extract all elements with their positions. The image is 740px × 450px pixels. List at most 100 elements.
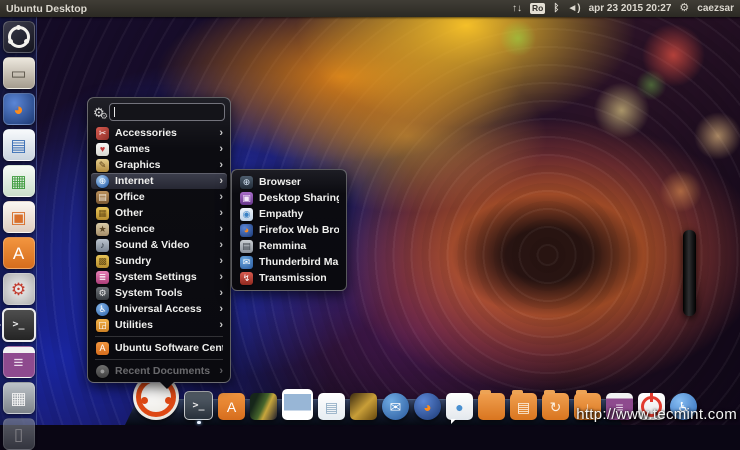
menu-item-desktop-sharing[interactable]: ▣ Desktop Sharing <box>235 190 343 206</box>
dock-item-photo-dark[interactable] <box>250 393 277 420</box>
submenu-arrow-icon: › <box>219 175 223 187</box>
dock-item-document[interactable]: ▤ <box>318 393 345 420</box>
system-settings-icon: ≣ <box>96 271 109 284</box>
launcher-item-purple-window[interactable]: ≡ <box>3 346 35 378</box>
sound-video-icon: ♪ <box>96 239 109 252</box>
graphics-icon: ✎ <box>96 159 109 172</box>
dock-item-terminal[interactable]: >_ <box>184 391 213 420</box>
menu-item-label: Internet <box>115 175 215 187</box>
menu-item-label: Recent Documents <box>115 365 215 377</box>
menu-item-label: Empathy <box>259 208 339 220</box>
menu-item-office[interactable]: ▤Office› <box>91 189 227 205</box>
empathy-icon: ◉ <box>240 208 253 221</box>
menu-item-graphics[interactable]: ✎Graphics› <box>91 157 227 173</box>
submenu-arrow-icon: › <box>219 271 223 283</box>
menu-item-browser[interactable]: ⊕Browser <box>235 174 343 190</box>
dock-item-photo-gold[interactable] <box>350 393 377 420</box>
menu-item-science[interactable]: ★Science› <box>91 221 227 237</box>
remmina-icon: ▤ <box>240 240 253 253</box>
launcher-item-libreoffice-impress[interactable]: ▣ <box>3 201 35 233</box>
applications-menu: ⚙ ✂Accessories›♥Games›✎Graphics› ⊕ Interne… <box>87 97 231 383</box>
menu-item-label: Thunderbird Mail <box>259 256 339 268</box>
ubuntu-logo-icon <box>8 26 30 48</box>
system-tools-icon: ⚙ <box>96 287 109 300</box>
launcher-item-removable-disk[interactable]: ▦ <box>3 382 35 414</box>
menu-separator <box>95 336 223 337</box>
network-arrows-icon[interactable]: ↑↓ <box>512 0 522 17</box>
launcher-item-ubuntu-software-center[interactable]: A <box>3 237 35 269</box>
accessories-icon: ✂ <box>96 127 109 140</box>
recent-documents-icon: ● <box>96 365 109 378</box>
dock-item-photo-stack[interactable] <box>282 389 313 420</box>
menu-item-remmina[interactable]: ▤Remmina <box>235 238 343 254</box>
dock-item-folder-documents[interactable]: ▤ <box>510 393 537 420</box>
keyboard-layout-badge[interactable]: Ro <box>530 3 545 14</box>
launcher-item-terminal[interactable]: >_ <box>2 308 36 342</box>
launcher-item-dash-home[interactable] <box>3 21 35 53</box>
watermark-text: http://www.tecmint.com <box>576 406 737 423</box>
menu-item-transmission[interactable]: ↯Transmission <box>235 270 343 286</box>
menu-item-system-tools[interactable]: ⚙System Tools› <box>91 285 227 301</box>
firefox-icon: ◕ <box>240 224 253 237</box>
menu-item-sundry[interactable]: ▩Sundry› <box>91 253 227 269</box>
menu-item-universal-access[interactable]: ♿Universal Access› <box>91 301 227 317</box>
launcher-item-trash[interactable]: ▯ <box>3 418 35 450</box>
menu-item-system-settings[interactable]: ≣System Settings› <box>91 269 227 285</box>
menu-search-input[interactable] <box>109 103 225 121</box>
volume-icon[interactable]: ◄) <box>567 0 580 17</box>
menu-item-empathy[interactable]: ◉ Empathy <box>235 206 343 222</box>
menu-item-label: Office <box>115 191 215 203</box>
menu-item-label: Sound & Video <box>115 239 215 251</box>
menu-item-label: Ubuntu Software Center <box>115 342 223 354</box>
clock[interactable]: apr 23 2015 20:27 <box>589 0 672 17</box>
menu-item-label: Other <box>115 207 215 219</box>
sundry-icon: ▩ <box>96 255 109 268</box>
launcher-item-files[interactable]: ▭ <box>3 57 35 89</box>
menu-separator <box>95 359 223 360</box>
menu-item-label: Sundry <box>115 255 215 267</box>
dock-item-software-center[interactable]: A <box>218 393 245 420</box>
office-icon: ▤ <box>96 191 109 204</box>
launcher-item-libreoffice-calc[interactable]: ▦ <box>3 165 35 197</box>
username[interactable]: caezsar <box>697 0 734 17</box>
submenu-arrow-icon: › <box>219 223 223 235</box>
internet-submenu: ⊕Browser ▣ Desktop Sharing ◉ Empathy ◕Firefox… <box>231 169 347 291</box>
menu-item-games[interactable]: ♥Games› <box>91 141 227 157</box>
menu-item-ubuntu-software-center[interactable]: A Ubuntu Software Center <box>91 340 227 356</box>
software-center-icon: A <box>96 342 109 355</box>
submenu-arrow-icon: › <box>219 239 223 251</box>
submenu-arrow-icon: › <box>219 365 223 377</box>
dock-item-folder-home[interactable] <box>478 393 505 420</box>
menu-item-thunderbird-mail[interactable]: ✉ Thunderbird Mail <box>235 254 343 270</box>
menu-gears-icon: ⚙ <box>93 106 105 119</box>
menu-item-other[interactable]: ▦Other› <box>91 205 227 221</box>
dock-item-firefox[interactable]: ◕ <box>414 393 441 420</box>
submenu-arrow-icon: › <box>219 207 223 219</box>
dock-item-thunderbird[interactable]: ✉ <box>382 393 409 420</box>
menu-item-recent-documents[interactable]: ● Recent Documents › <box>91 363 227 379</box>
menu-item-firefox-web-browser[interactable]: ◕Firefox Web Browser <box>235 222 343 238</box>
menu-item-internet[interactable]: ⊕ Internet › <box>91 173 227 189</box>
menu-item-sound-video[interactable]: ♪ Sound & Video › <box>91 237 227 253</box>
desktop: Ubuntu Desktop ↑↓Roᛒ◄) apr 23 2015 20:27… <box>0 0 740 425</box>
dock-item-chat[interactable]: ● <box>446 393 473 420</box>
menu-item-utilities[interactable]: ◲Utilities› <box>91 317 227 333</box>
browser-icon: ⊕ <box>240 176 253 189</box>
submenu-arrow-icon: › <box>219 127 223 139</box>
submenu-arrow-icon: › <box>219 303 223 315</box>
thunderbird-icon: ✉ <box>240 256 253 269</box>
session-gear-icon[interactable]: ⚙ <box>679 0 689 17</box>
desktop-sharing-icon: ▣ <box>240 192 253 205</box>
bluetooth-icon[interactable]: ᛒ <box>553 0 559 17</box>
launcher-item-firefox[interactable]: ◕ <box>3 93 35 125</box>
internet-icon: ⊕ <box>96 175 109 188</box>
submenu-arrow-icon: › <box>219 319 223 331</box>
submenu-arrow-icon: › <box>219 287 223 299</box>
menu-item-accessories[interactable]: ✂Accessories› <box>91 125 227 141</box>
dock-item-folder-sync[interactable]: ↻ <box>542 393 569 420</box>
launcher-item-system-settings[interactable]: ⚙ <box>3 273 35 305</box>
indicator-area: ↑↓ Ro ᛒ ◄) apr 23 2015 20:27 ⚙ caezsar <box>512 0 740 17</box>
launcher-item-libreoffice-writer[interactable]: ▤ <box>3 129 35 161</box>
menu-search-row: ⚙ <box>91 101 227 125</box>
menu-item-label: Desktop Sharing <box>259 192 339 204</box>
